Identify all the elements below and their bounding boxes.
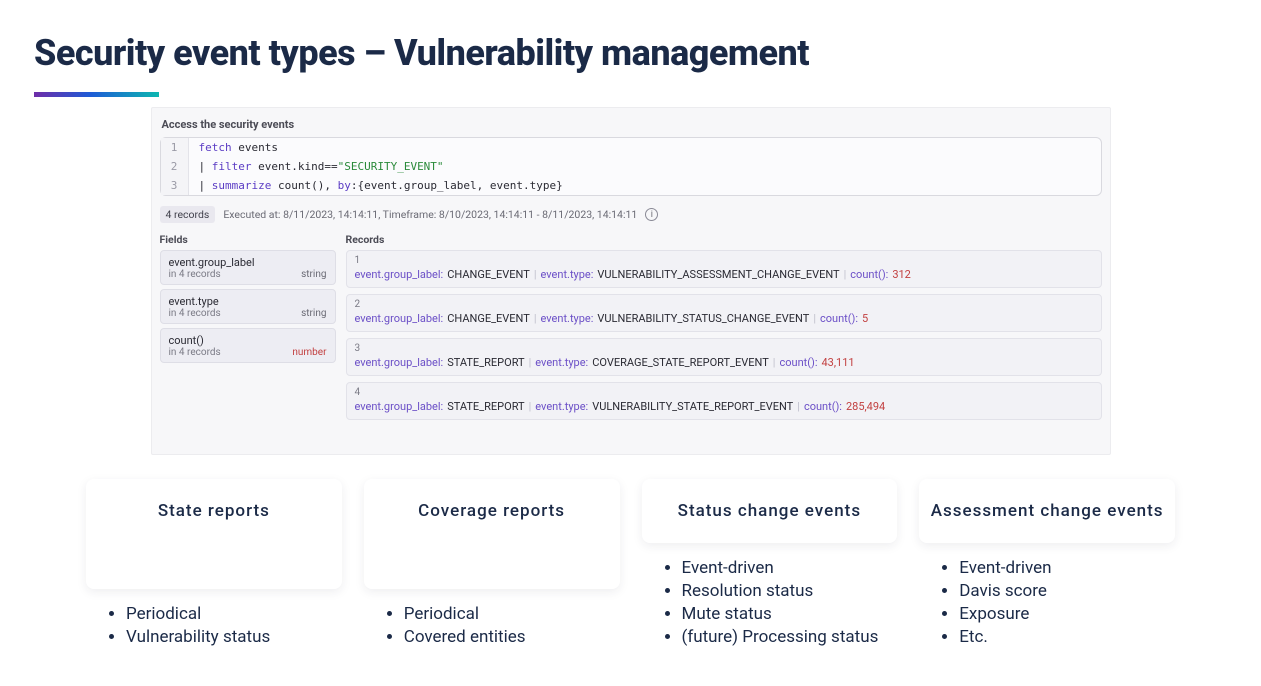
record-key: event.type: [535,356,588,369]
bullet-item: Etc. [959,626,1175,649]
page-title: Security event types – Vulnerability man… [34,32,1227,74]
card-title: Assessment change events [929,501,1165,521]
record-key: event.type: [535,400,588,413]
record-key: event.group_label: [355,312,444,325]
field-name: count() [169,334,327,347]
record-count: 285,494 [846,400,885,413]
record-value: CHANGE_EVENT [447,268,530,281]
card-bullets: Event-driven Resolution status Mute stat… [642,557,898,649]
record-row[interactable]: 1 event.group_label: CHANGE_EVENT | even… [346,250,1102,288]
record-value: CHANGE_EVENT [447,312,530,325]
record-key: count(): [850,268,888,281]
field-type: string [301,269,326,280]
bullet-item: Mute status [682,603,898,626]
card-title: State reports [96,501,332,521]
line-number: 2 [161,157,189,176]
records-header: Records [346,231,1102,250]
query-panel: Access the security events 1 fetch event… [151,107,1111,455]
records-column: Records 1 event.group_label: CHANGE_EVEN… [346,231,1102,426]
card-title: Status change events [652,501,888,521]
bullet-item: Exposure [959,603,1175,626]
record-row[interactable]: 3 event.group_label: STATE_REPORT | even… [346,338,1102,376]
bullet-item: (future) Processing status [682,626,898,649]
record-count: 43,111 [822,356,855,369]
record-key: event.group_label: [355,268,444,281]
card-bullets: Periodical Vulnerability status [86,603,342,649]
record-key: event.type: [541,268,594,281]
records-count-badge: 4 records [160,206,216,223]
record-value: VULNERABILITY_STATE_REPORT_EVENT [592,400,793,413]
execution-status-bar: 4 records Executed at: 8/11/2023, 14:14:… [158,202,1104,227]
record-value: STATE_REPORT [447,400,524,413]
field-card[interactable]: event.group_label in 4 records string [160,250,336,285]
field-name: event.group_label [169,256,327,269]
panel-caption: Access the security events [158,116,1104,137]
record-value: COVERAGE_STATE_REPORT_EVENT [592,356,769,369]
card-title: Coverage reports [374,501,610,521]
record-key: event.group_label: [355,400,444,413]
record-value: VULNERABILITY_STATUS_CHANGE_EVENT [597,312,809,325]
bullet-item: Event-driven [959,557,1175,580]
record-row[interactable]: 4 event.group_label: STATE_REPORT | even… [346,382,1102,420]
info-icon[interactable]: i [645,208,658,221]
card-bullets: Periodical Covered entities [364,603,620,649]
summary-cards-row: State reports Periodical Vulnerability s… [86,479,1175,649]
field-name: event.type [169,295,327,308]
card-assessment-change-events: Assessment change events [919,479,1175,543]
record-value: STATE_REPORT [447,356,524,369]
code-line-1: fetch events [189,138,288,157]
record-index: 1 [355,255,1093,266]
line-number: 3 [161,176,189,195]
bullet-item: Periodical [404,603,620,626]
accent-bar [34,92,159,97]
card-bullets: Event-driven Davis score Exposure Etc. [919,557,1175,649]
execution-timestamp: Executed at: 8/11/2023, 14:14:11, Timefr… [223,208,637,221]
card-status-change-events: Status change events [642,479,898,543]
bullet-item: Davis score [959,580,1175,603]
line-number: 1 [161,138,189,157]
code-line-2: | filter event.kind=="SECURITY_EVENT" [189,157,454,176]
field-type: number [292,347,326,358]
bullet-item: Event-driven [682,557,898,580]
bullet-item: Periodical [126,603,342,626]
record-key: event.type: [541,312,594,325]
record-index: 3 [355,343,1093,354]
bullet-item: Covered entities [404,626,620,649]
record-key: count(): [804,400,842,413]
field-card[interactable]: count() in 4 records number [160,328,336,363]
bullet-item: Vulnerability status [126,626,342,649]
bullet-item: Resolution status [682,580,898,603]
code-editor[interactable]: 1 fetch events 2 | filter event.kind=="S… [160,137,1102,196]
record-index: 2 [355,299,1093,310]
record-key: count(): [820,312,858,325]
record-key: event.group_label: [355,356,444,369]
fields-header: Fields [160,231,336,250]
card-state-reports: State reports [86,479,342,589]
field-type: string [301,308,326,319]
field-card[interactable]: event.type in 4 records string [160,289,336,324]
record-count: 312 [892,268,911,281]
record-count: 5 [862,312,868,325]
card-coverage-reports: Coverage reports [364,479,620,589]
record-key: count(): [779,356,817,369]
record-row[interactable]: 2 event.group_label: CHANGE_EVENT | even… [346,294,1102,332]
fields-column: Fields event.group_label in 4 records st… [160,231,336,426]
record-index: 4 [355,387,1093,398]
record-value: VULNERABILITY_ASSESSMENT_CHANGE_EVENT [597,268,839,281]
code-line-3: | summarize count(), by:{event.group_lab… [189,176,573,195]
